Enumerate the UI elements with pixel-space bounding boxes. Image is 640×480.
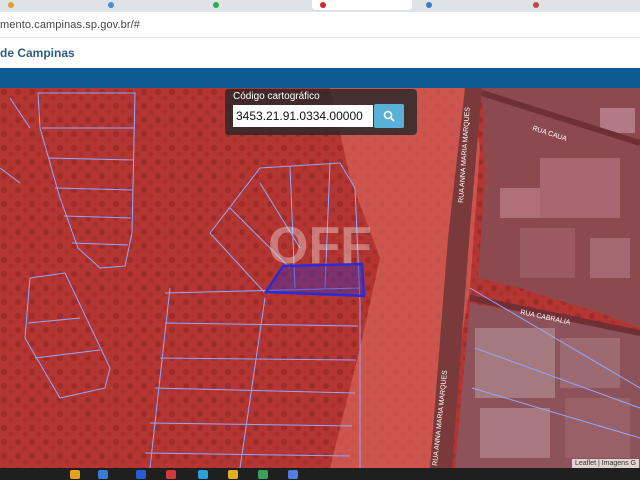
taskbar-app-icon[interactable] bbox=[288, 470, 298, 479]
taskbar-app-icon[interactable] bbox=[166, 470, 176, 479]
site-header: de Campinas bbox=[0, 38, 640, 68]
os-taskbar bbox=[0, 468, 640, 480]
building bbox=[500, 188, 540, 218]
browser-tab[interactable] bbox=[418, 0, 518, 10]
building bbox=[540, 158, 620, 218]
site-nav-bar bbox=[0, 68, 640, 88]
map-attribution[interactable]: Leaflet | Imagens G bbox=[572, 459, 639, 468]
search-label: Código cartográfico bbox=[233, 91, 320, 102]
map-view[interactable]: RUA CAUA RUA ANNA MARIA MARQUES RUA CABR… bbox=[0, 88, 640, 468]
cartographic-code-search-panel: Código cartográfico bbox=[225, 89, 417, 135]
building bbox=[520, 228, 575, 278]
taskbar-app-icon[interactable] bbox=[98, 470, 108, 479]
site-title: de Campinas bbox=[0, 46, 75, 60]
url-text[interactable]: mento.campinas.sp.gov.br/# bbox=[0, 19, 140, 31]
browser-tab-active[interactable] bbox=[312, 0, 412, 10]
taskbar-app-icon[interactable] bbox=[198, 470, 208, 479]
search-icon bbox=[383, 110, 395, 122]
taskbar-app-icon[interactable] bbox=[70, 470, 80, 479]
search-button[interactable] bbox=[374, 104, 404, 128]
building bbox=[480, 408, 550, 458]
map-canvas[interactable]: RUA CAUA RUA ANNA MARIA MARQUES RUA CABR… bbox=[0, 88, 640, 468]
watermark: OFF bbox=[268, 217, 372, 275]
taskbar-app-icon[interactable] bbox=[228, 470, 238, 479]
building bbox=[565, 398, 630, 458]
browser-tab[interactable] bbox=[0, 0, 90, 10]
taskbar-app-icon[interactable] bbox=[258, 470, 268, 479]
taskbar-app-icon[interactable] bbox=[136, 470, 146, 479]
cartographic-code-input[interactable] bbox=[233, 105, 373, 127]
browser-tab[interactable] bbox=[205, 0, 300, 10]
browser-tab[interactable] bbox=[525, 0, 635, 10]
address-bar[interactable]: mento.campinas.sp.gov.br/# bbox=[0, 12, 640, 38]
browser-tab-strip bbox=[0, 0, 640, 12]
building bbox=[560, 338, 620, 388]
building bbox=[590, 238, 630, 278]
browser-tab[interactable] bbox=[100, 0, 195, 10]
